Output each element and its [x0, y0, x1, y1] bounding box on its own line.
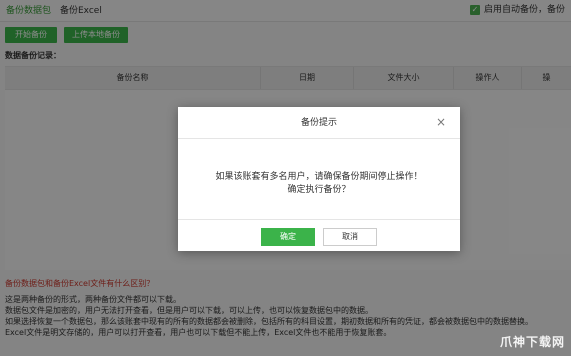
dialog-title: 备份提示	[300, 118, 337, 128]
backup-confirm-dialog: 备份提示 × 如果该账套有多名用户，请确保备份期间停止操作！ 确定执行备份？ 确…	[178, 107, 460, 251]
watermark: 爪神下载网	[499, 335, 565, 349]
dialog-header: 备份提示 ×	[178, 107, 460, 139]
cancel-button[interactable]: 取消	[323, 228, 377, 246]
dialog-question: 确定执行备份？	[287, 185, 351, 195]
close-icon[interactable]: ×	[434, 115, 448, 129]
confirm-button[interactable]: 确定	[261, 228, 315, 246]
dialog-footer: 确定 取消	[178, 219, 460, 251]
dialog-message: 如果该账套有多名用户，请确保备份期间停止操作！	[215, 172, 423, 182]
